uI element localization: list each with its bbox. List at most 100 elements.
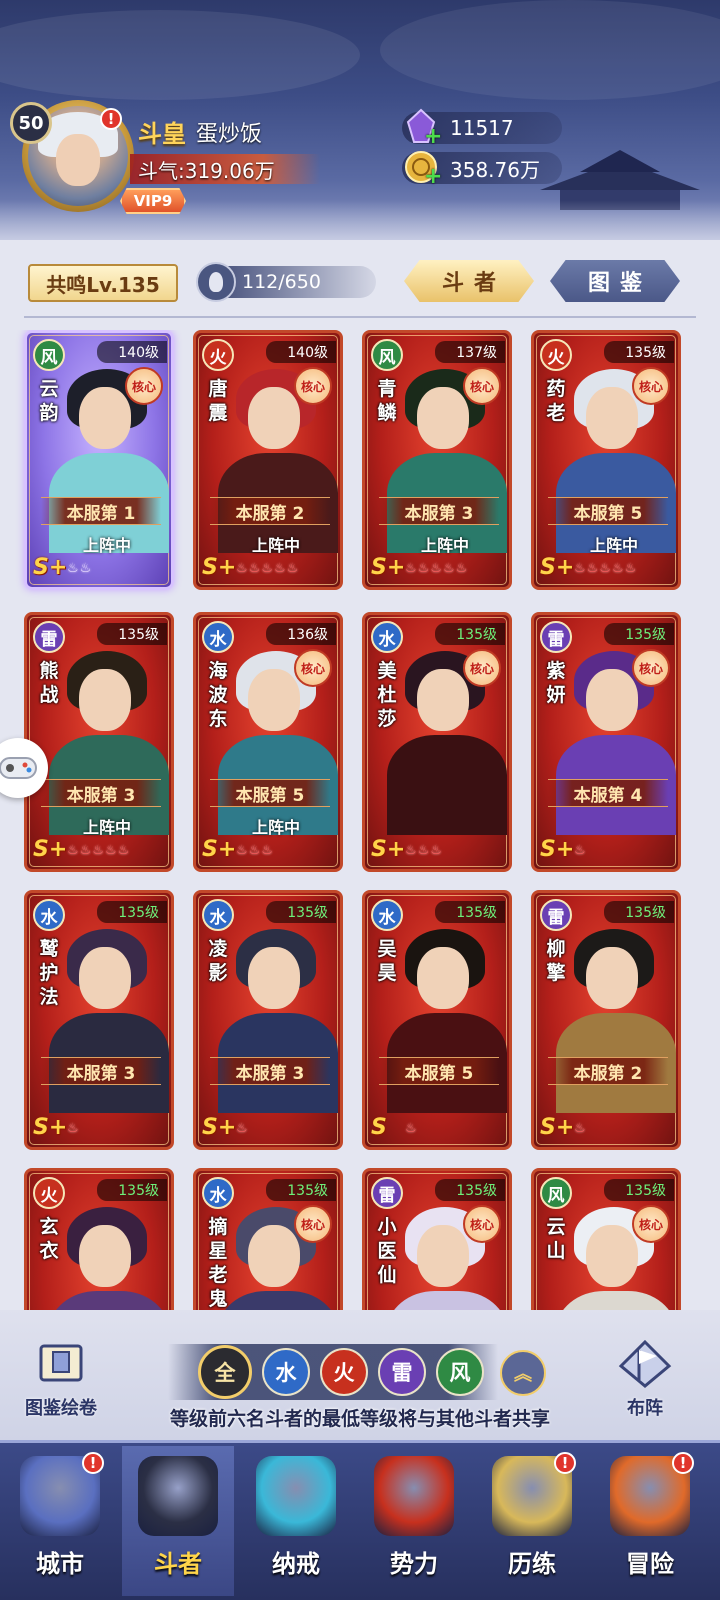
- grade-badge: S+: [540, 837, 575, 862]
- resonance-level-button[interactable]: 共鸣Lv.135: [28, 264, 178, 302]
- fighter-card[interactable]: 水 135级 美杜莎 核心 S+ ♨♨♨: [362, 612, 512, 872]
- fighter-card[interactable]: 风 135级 云山 核心: [531, 1168, 681, 1310]
- person-icon: [196, 262, 236, 302]
- core-badge: 核心: [294, 1205, 332, 1243]
- portrait-face: [248, 669, 300, 731]
- element-badge: 风: [540, 1177, 572, 1209]
- core-badge: 核心: [632, 367, 670, 405]
- nav-training[interactable]: 历练!: [476, 1446, 588, 1596]
- rank-title: 斗皇: [138, 120, 186, 148]
- fighter-name: 青鳞: [377, 378, 397, 424]
- filter-all[interactable]: 全: [198, 1345, 252, 1399]
- tab-gallery[interactable]: 图鉴: [550, 260, 680, 302]
- fighter-level: 135级: [97, 901, 167, 923]
- nav-label: 城市: [36, 1550, 84, 1578]
- core-badge: 核心: [463, 367, 501, 405]
- cloud-decoration: [0, 10, 360, 100]
- server-rank-banner: 本服第 1: [41, 497, 161, 525]
- fighter-level: 135级: [435, 901, 505, 923]
- portrait-face: [417, 1225, 469, 1287]
- nav-ring[interactable]: 纳戒: [240, 1446, 352, 1596]
- portrait-face: [417, 387, 469, 449]
- element-badge: 水: [371, 621, 403, 653]
- add-icon[interactable]: +: [424, 124, 442, 149]
- deployed-status: 上阵中: [82, 536, 131, 555]
- fighter-card[interactable]: 雷 135级 紫妍 核心 本服第 4 S+ ♨: [531, 612, 681, 872]
- fighter-card[interactable]: 雷 135级 小医仙 核心: [362, 1168, 512, 1310]
- server-rank-banner: 本服第 5: [548, 497, 668, 525]
- fighter-level: 135级: [266, 1179, 336, 1201]
- nav-faction[interactable]: 势力: [358, 1446, 470, 1596]
- element-badge: 水: [202, 899, 234, 931]
- core-badge: 核心: [125, 367, 163, 405]
- server-rank-banner: 本服第 3: [210, 1057, 330, 1085]
- add-icon[interactable]: +: [424, 164, 442, 189]
- vip-badge[interactable]: VIP9: [120, 188, 186, 214]
- fighter-icon: [138, 1456, 218, 1536]
- gold-currency[interactable]: + 358.76万: [402, 151, 562, 189]
- portrait-face: [586, 669, 638, 731]
- fighter-level: 135级: [604, 623, 674, 645]
- fighter-count-value: 112/650: [226, 266, 376, 298]
- filter-wind[interactable]: 风: [436, 1348, 484, 1396]
- nav-adventure[interactable]: 冒险!: [594, 1446, 706, 1596]
- fighter-card[interactable]: 水 135级 凌影 本服第 3 S+ ♨: [193, 890, 343, 1150]
- fighter-grid: 风 140级 云韵 核心 本服第 1 上阵中 S+ ♨♨ 火 140级 唐震 核心 本服第 2 上阵中 S+…: [0, 330, 720, 1310]
- fighter-card[interactable]: 火 135级 玄衣: [24, 1168, 174, 1310]
- crystal-currency[interactable]: + 11517: [402, 108, 562, 149]
- grade-badge: S+: [202, 837, 237, 862]
- fighter-card[interactable]: 水 136级 海波东 核心 本服第 5 上阵中 S+ ♨♨♨: [193, 612, 343, 872]
- fighter-card[interactable]: 水 135级 摘星老鬼 核心: [193, 1168, 343, 1310]
- deployed-status: 上阵中: [420, 536, 469, 555]
- grade-badge: S+: [33, 837, 68, 862]
- core-badge: 核心: [632, 649, 670, 687]
- fighter-card[interactable]: 风 140级 云韵 核心 本服第 1 上阵中 S+ ♨♨: [24, 330, 174, 590]
- fighter-level: 135级: [266, 901, 336, 923]
- grade-badge: S+: [540, 1115, 575, 1140]
- avatar-alert-badge: !: [100, 108, 122, 130]
- fighter-card[interactable]: 风 137级 青鳞 核心 本服第 3 上阵中 S+ ♨♨♨♨♨: [362, 330, 512, 590]
- core-badge: 核心: [294, 649, 332, 687]
- element-badge: 风: [371, 339, 403, 371]
- filter-fire[interactable]: 火: [320, 1348, 368, 1396]
- server-rank-banner: 本服第 3: [379, 497, 499, 525]
- fighter-card[interactable]: 雷 135级 熊战 本服第 3 上阵中 S+ ♨♨♨♨♨: [24, 612, 174, 872]
- flag-icon: [618, 1339, 672, 1388]
- fighter-card[interactable]: 雷 135级 柳擎 本服第 2 S+ ♨: [531, 890, 681, 1150]
- tab-fighters[interactable]: 斗者: [404, 260, 534, 302]
- core-badge: 核心: [632, 1205, 670, 1243]
- nav-city[interactable]: 城市!: [4, 1446, 116, 1596]
- fighter-card[interactable]: 火 140级 唐震 核心 本服第 2 上阵中 S+ ♨♨♨♨♨: [193, 330, 343, 590]
- fighter-name: 小医仙: [377, 1216, 397, 1286]
- fighter-name: 药老: [546, 378, 566, 424]
- fighter-card[interactable]: 火 135级 药老 核心 本服第 5 上阵中 S+ ♨♨♨♨♨: [531, 330, 681, 590]
- grade-badge: S+: [33, 555, 68, 580]
- nav-label: 斗者: [154, 1550, 202, 1578]
- portrait-body: [387, 735, 507, 835]
- filter-water[interactable]: 水: [262, 1348, 310, 1396]
- portrait-face: [79, 1225, 131, 1287]
- element-badge: 水: [202, 621, 234, 653]
- fighter-card[interactable]: 水 135级 吴昊 本服第 5 S ♨: [362, 890, 512, 1150]
- portrait-face: [586, 947, 638, 1009]
- element-badge: 水: [371, 899, 403, 931]
- collapse-chevron-icon[interactable]: ︽: [500, 1350, 546, 1396]
- fighter-level: 140级: [97, 341, 167, 363]
- nav-fighters[interactable]: 斗者: [122, 1446, 234, 1596]
- nav-label: 势力: [390, 1550, 438, 1578]
- fighter-name: 吴昊: [377, 938, 397, 984]
- flame-stars: ♨: [236, 1121, 249, 1136]
- filter-thunder[interactable]: 雷: [378, 1348, 426, 1396]
- divider: [24, 316, 696, 318]
- fighter-card[interactable]: 水 135级 鹫护法 本服第 3 S+ ♨: [24, 890, 174, 1150]
- fighter-name: 云山: [546, 1216, 566, 1262]
- element-badge: 水: [202, 1177, 234, 1209]
- fighter-count: 112/650: [196, 262, 376, 302]
- server-rank-banner: 本服第 5: [379, 1057, 499, 1085]
- element-badge: 水: [33, 899, 65, 931]
- element-badge: 雷: [540, 621, 572, 653]
- nav-label: 纳戒: [272, 1550, 320, 1578]
- gamepad-icon: [0, 757, 37, 779]
- portrait-face: [417, 947, 469, 1009]
- portrait-face: [586, 387, 638, 449]
